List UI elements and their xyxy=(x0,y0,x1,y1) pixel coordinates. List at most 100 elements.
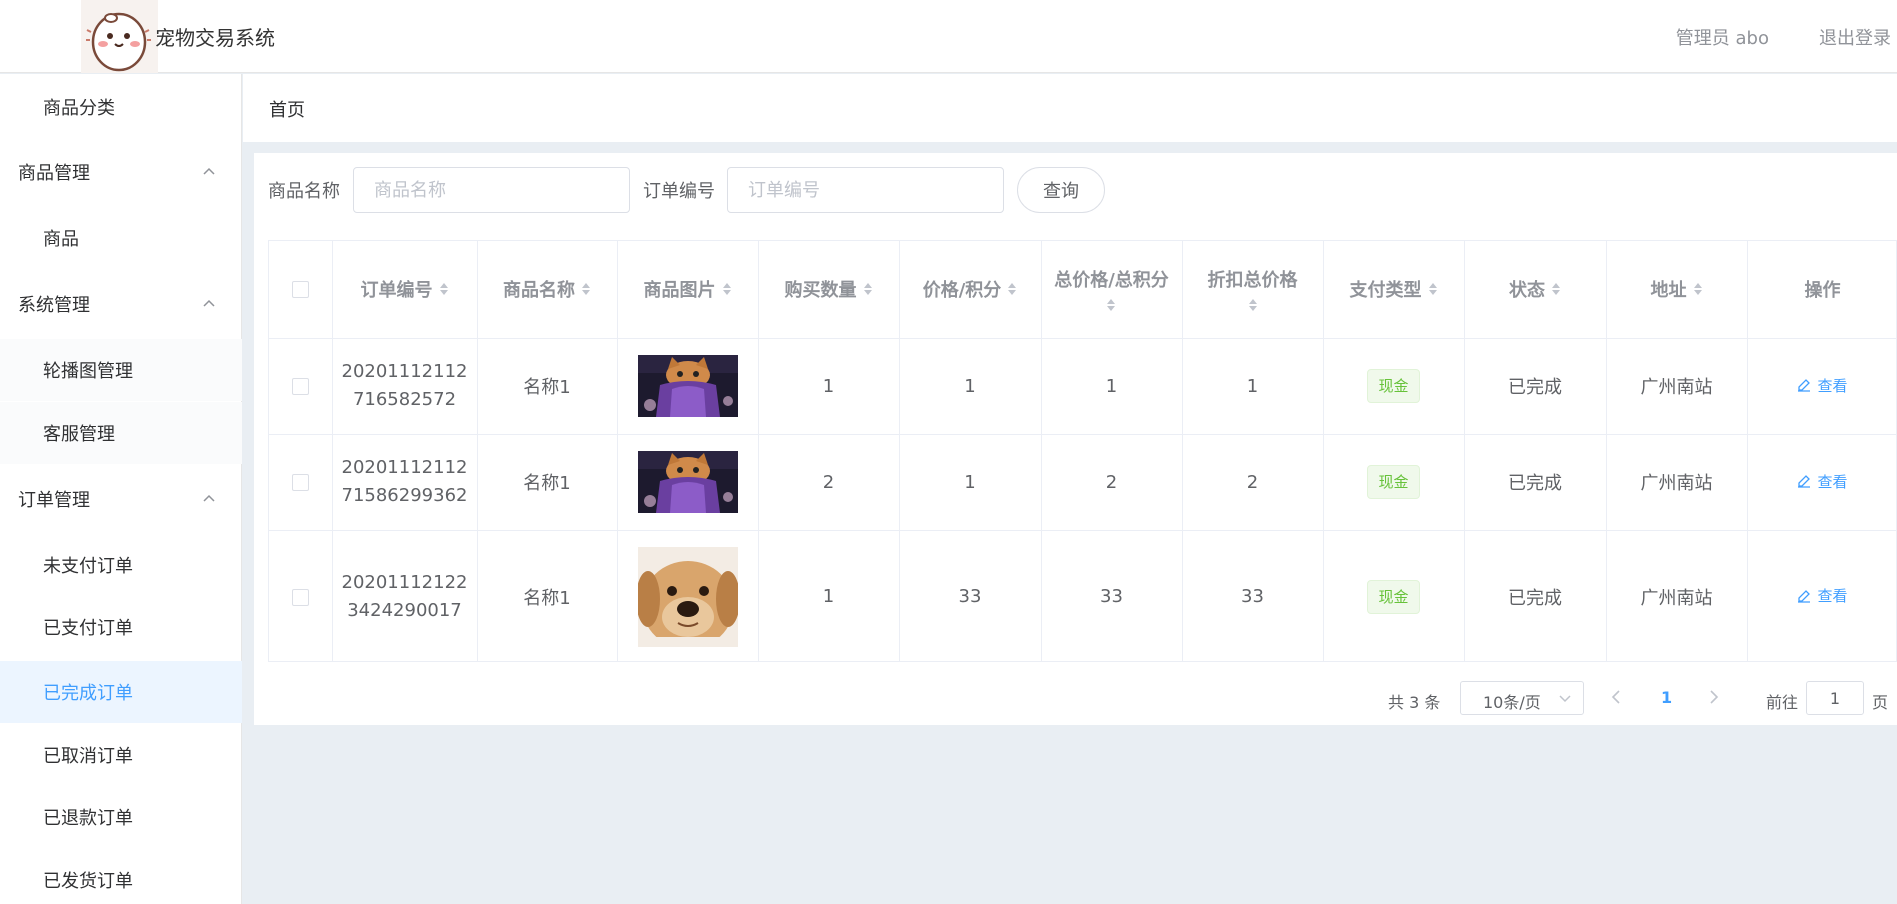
order-no-label: 订单编号 xyxy=(643,181,715,202)
sidebar-item-paid-orders[interactable]: 已支付订单 xyxy=(0,596,242,658)
sort-caret-icon[interactable] xyxy=(581,282,591,296)
status-cell: 已完成 xyxy=(1464,434,1607,531)
quantity-cell: 1 xyxy=(758,530,900,661)
sort-caret-icon[interactable] xyxy=(1551,282,1561,296)
header-status[interactable]: 状态 xyxy=(1464,241,1607,339)
sort-caret-icon[interactable] xyxy=(1248,298,1258,312)
dog-photo[interactable] xyxy=(637,546,738,647)
header-order-no[interactable]: 订单编号 xyxy=(332,241,478,339)
sidebar-item-carousel[interactable]: 轮播图管理 xyxy=(0,339,242,401)
cat-photo[interactable] xyxy=(637,355,738,417)
quantity-cell: 2 xyxy=(758,434,900,531)
sidebar-menu: 商品分类 商品管理 商品 系统管理 轮播图管理 客服管理 订单管理 未支付订单 … xyxy=(0,74,242,904)
product-image-cell xyxy=(617,434,759,531)
sidebar-group-system[interactable]: 系统管理 xyxy=(0,273,242,335)
order-no-cell: 20201112112 716582572 xyxy=(332,338,478,435)
app-title: 宠物交易系统 xyxy=(155,26,275,50)
logout-link[interactable]: 退出登录 xyxy=(1819,24,1891,50)
sidebar-group-orders[interactable]: 订单管理 xyxy=(0,468,242,530)
total-cell: 33 xyxy=(1041,530,1183,661)
pay-type-cell: 现金 xyxy=(1323,338,1465,435)
next-page-icon[interactable] xyxy=(1709,689,1719,705)
product-name-input[interactable] xyxy=(353,167,630,213)
sidebar-group-product[interactable]: 商品管理 xyxy=(0,141,242,203)
header-actions: 操作 xyxy=(1747,241,1896,339)
chevron-up-icon xyxy=(203,494,215,502)
sort-caret-icon[interactable] xyxy=(863,282,873,296)
view-button[interactable]: 查看 xyxy=(1797,585,1848,606)
sidebar-item-label: 轮播图管理 xyxy=(43,361,133,382)
sidebar-item-unpaid-orders[interactable]: 未支付订单 xyxy=(0,534,242,596)
select-all-checkbox[interactable] xyxy=(291,281,309,299)
product-name-cell: 名称1 xyxy=(477,434,618,531)
prev-page-icon[interactable] xyxy=(1611,689,1621,705)
sort-caret-icon[interactable] xyxy=(722,282,732,296)
search-button[interactable]: 查询 xyxy=(1017,167,1105,213)
view-button[interactable]: 查看 xyxy=(1797,471,1848,492)
header-product-name[interactable]: 商品名称 xyxy=(477,241,618,339)
sort-caret-icon[interactable] xyxy=(1428,282,1438,296)
product-image-cell xyxy=(617,530,759,661)
header-pay-type[interactable]: 支付类型 xyxy=(1323,241,1465,339)
sidebar-item-label: 系统管理 xyxy=(18,295,90,316)
sidebar-item-label: 已取消订单 xyxy=(43,746,133,767)
sort-caret-icon[interactable] xyxy=(1106,298,1116,312)
goto-label: 前往 xyxy=(1766,693,1799,712)
header-quantity[interactable]: 购买数量 xyxy=(758,241,900,339)
actions-cell: 查看 xyxy=(1747,338,1896,435)
sidebar-item-label: 订单管理 xyxy=(18,490,90,511)
page-number-1[interactable]: 1 xyxy=(1661,688,1672,707)
row-checkbox[interactable] xyxy=(291,588,309,606)
sidebar-item-cancelled-orders[interactable]: 已取消订单 xyxy=(0,724,242,786)
total-cell: 2 xyxy=(1041,434,1183,531)
pay-type-cell: 现金 xyxy=(1323,434,1465,531)
product-name-label: 商品名称 xyxy=(268,181,340,202)
pet-logo-icon xyxy=(81,0,158,73)
table-row: 20201112122 3424290017 名称1 1 33 33 33 现金… xyxy=(269,530,1896,661)
sort-caret-icon[interactable] xyxy=(1007,282,1017,296)
sidebar-item-label: 已完成订单 xyxy=(43,683,133,704)
actions-cell: 查看 xyxy=(1747,434,1896,531)
order-no-input[interactable] xyxy=(727,167,1004,213)
row-checkbox[interactable] xyxy=(291,474,309,491)
sidebar-item-product[interactable]: 商品 xyxy=(0,207,242,269)
sidebar-item-customer-service[interactable]: 客服管理 xyxy=(0,402,242,464)
sidebar-item-category[interactable]: 商品分类 xyxy=(0,76,242,138)
header-discount-total[interactable]: 折扣总价格 xyxy=(1182,241,1324,339)
header-product-image[interactable]: 商品图片 xyxy=(617,241,759,339)
sort-caret-icon[interactable] xyxy=(439,282,449,296)
goto-page-input[interactable] xyxy=(1806,681,1864,715)
breadcrumb-home[interactable]: 首页 xyxy=(269,96,305,122)
edit-icon xyxy=(1798,379,1811,392)
cat-photo[interactable] xyxy=(637,451,738,513)
address-cell: 广州南站 xyxy=(1606,434,1748,531)
discount-total-cell: 33 xyxy=(1182,530,1324,661)
pagination-total: 共 3 条 xyxy=(1388,693,1441,712)
page-suffix: 页 xyxy=(1872,693,1889,712)
header-select-all[interactable] xyxy=(269,241,333,339)
price-cell: 1 xyxy=(899,434,1042,531)
total-cell: 1 xyxy=(1041,338,1183,435)
sidebar-item-refunded-orders[interactable]: 已退款订单 xyxy=(0,786,242,848)
sidebar-item-shipped-orders[interactable]: 已发货订单 xyxy=(0,849,242,904)
sort-caret-icon[interactable] xyxy=(1693,282,1703,296)
sidebar-item-label: 未支付订单 xyxy=(43,556,133,577)
sidebar-item-label: 客服管理 xyxy=(43,424,115,445)
pay-type-cell: 现金 xyxy=(1323,530,1465,661)
sidebar-item-label: 商品 xyxy=(43,229,79,250)
sidebar-item-label: 已退款订单 xyxy=(43,808,133,829)
table-header-row: 订单编号 商品名称 商品图片 购买数量 价格/积分 总价格/总积分 折扣总价格 … xyxy=(269,241,1896,339)
header-total[interactable]: 总价格/总积分 xyxy=(1041,241,1183,339)
header-price[interactable]: 价格/积分 xyxy=(899,241,1042,339)
header-address[interactable]: 地址 xyxy=(1606,241,1748,339)
price-cell: 33 xyxy=(899,530,1042,661)
orders-panel: 商品名称 订单编号 查询 订单编号 商品名称 商品图片 购买数量 价格/积分 总… xyxy=(254,153,1897,725)
sidebar-item-label: 商品分类 xyxy=(43,98,115,119)
status-cell: 已完成 xyxy=(1464,530,1607,661)
order-no-cell: 20201112122 3424290017 xyxy=(332,530,478,661)
page-size-select[interactable]: 10条/页 xyxy=(1460,681,1584,715)
edit-icon xyxy=(1798,589,1811,603)
row-checkbox[interactable] xyxy=(291,378,309,395)
view-button[interactable]: 查看 xyxy=(1797,375,1848,396)
sidebar-item-completed-orders[interactable]: 已完成订单 xyxy=(0,661,242,723)
